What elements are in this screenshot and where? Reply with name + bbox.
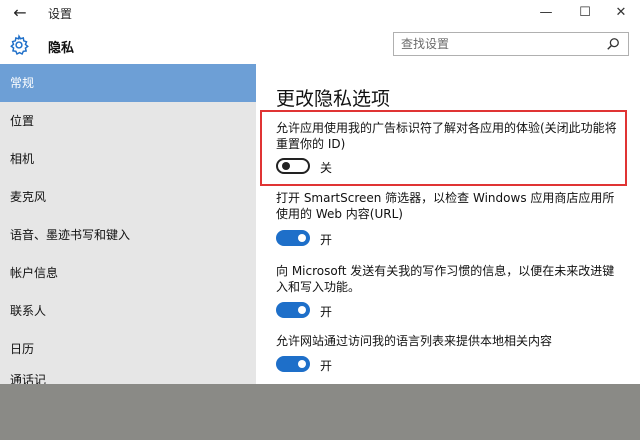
page-title: 隐私	[48, 41, 75, 56]
title-bar: ← 设置 — ☐ ✕	[0, 0, 640, 26]
setting-smartscreen-text: 打开 SmartScreen 筛选器，以检查 Windows 应用商店应用所使用…	[276, 191, 615, 221]
toggle-knob	[298, 360, 306, 368]
language-list-toggle[interactable]	[276, 356, 310, 372]
sidebar-item-general[interactable]: 常规	[0, 64, 256, 102]
back-arrow-icon[interactable]: ←	[10, 3, 30, 23]
minimize-icon[interactable]: —	[530, 0, 562, 26]
toggle-knob	[298, 234, 306, 242]
sidebar: 常规 位置 相机 麦克风 语音、墨迹书写和键入 帐户信息 联系人 日历 通话记	[0, 64, 256, 384]
writing-habits-toggle[interactable]	[276, 302, 310, 318]
language-list-state: 开	[320, 359, 333, 373]
close-icon[interactable]: ✕	[605, 0, 637, 26]
bottom-background	[0, 384, 640, 440]
writing-habits-state: 开	[320, 305, 333, 319]
smartscreen-toggle[interactable]	[276, 230, 310, 246]
sidebar-item-camera[interactable]: 相机	[0, 140, 256, 178]
sidebar-item-call-history[interactable]: 通话记	[0, 368, 256, 384]
highlight-annotation-box	[260, 110, 627, 186]
sidebar-item-account-info[interactable]: 帐户信息	[0, 254, 256, 292]
search-input[interactable]	[401, 35, 591, 53]
sidebar-item-calendar[interactable]: 日历	[0, 330, 256, 368]
smartscreen-state: 开	[320, 233, 333, 247]
gear-icon	[10, 34, 29, 56]
window-title: 设置	[48, 7, 73, 21]
sidebar-item-speech-inking-typing[interactable]: 语音、墨迹书写和键入	[0, 216, 256, 254]
toggle-knob	[298, 306, 306, 314]
search-box[interactable]	[393, 32, 629, 56]
search-icon[interactable]	[606, 37, 620, 51]
sidebar-item-microphone[interactable]: 麦克风	[0, 178, 256, 216]
section-title: 更改隐私选项	[276, 88, 391, 110]
maximize-icon[interactable]: ☐	[569, 0, 601, 26]
sidebar-item-contacts[interactable]: 联系人	[0, 292, 256, 330]
setting-language-list-text: 允许网站通过访问我的语言列表来提供本地相关内容	[276, 334, 553, 348]
sidebar-item-location[interactable]: 位置	[0, 102, 256, 140]
setting-writing-habits-text: 向 Microsoft 发送有关我的写作习惯的信息，以便在未来改进键入和写入功能…	[276, 264, 615, 294]
